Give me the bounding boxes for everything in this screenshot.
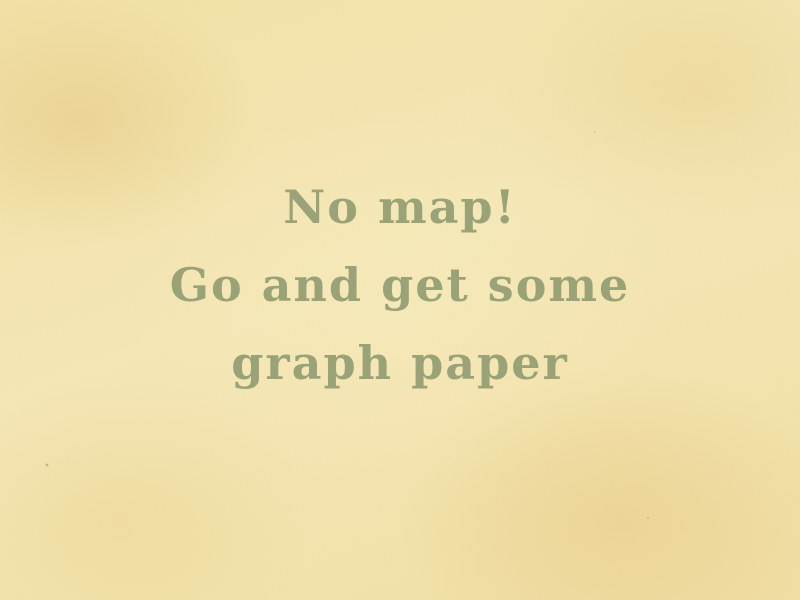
parchment-screen: No map! Go and get some graph paper [0,0,800,600]
no-map-message: No map! Go and get some graph paper [0,168,800,402]
message-line-1: No map! [283,180,517,234]
message-line-2: Go and get some [169,258,631,312]
message-line-3: graph paper [231,336,569,390]
